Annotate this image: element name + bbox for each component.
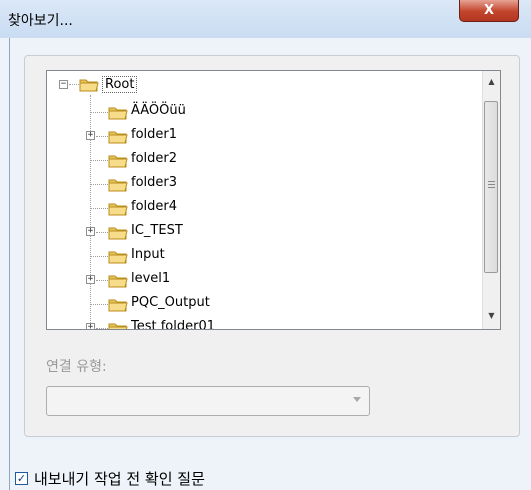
folder-icon: [108, 323, 128, 329]
folder-icon: [108, 299, 128, 312]
tree-item-label[interactable]: folder2: [131, 151, 177, 166]
window-title: 찾아보기...: [8, 13, 73, 29]
folder-icon: [108, 155, 128, 168]
connection-type-select[interactable]: [46, 386, 370, 416]
tree-guide-line: [96, 136, 108, 137]
folder-icon: [108, 227, 128, 240]
tree-item-label[interactable]: Test folder01: [131, 319, 215, 329]
root-collapse-icon[interactable]: −: [59, 80, 68, 89]
expand-plus-icon[interactable]: +: [86, 323, 95, 329]
scroll-thumb[interactable]: [484, 101, 498, 273]
tree-guide-line: [96, 280, 108, 281]
tree-scrollbar[interactable]: ▲ ▼: [482, 71, 500, 329]
check-icon: ✓: [16, 472, 27, 485]
tree-guide-line: [91, 184, 108, 185]
scroll-grip: [488, 184, 495, 185]
chevron-down-icon[interactable]: [353, 397, 361, 402]
expand-plus-icon[interactable]: +: [86, 227, 95, 236]
ask-before-export-checkbox[interactable]: ✓: [15, 472, 28, 485]
tree-guide-line: [91, 208, 108, 209]
tree-item-label[interactable]: folder1: [131, 127, 177, 142]
scroll-grip: [488, 187, 495, 188]
folder-icon: [108, 179, 128, 192]
ask-before-export-label[interactable]: 내보내기 작업 전 확인 질문: [34, 468, 205, 489]
tree-item-label[interactable]: folder3: [131, 175, 177, 190]
tree-item-label[interactable]: ÄÄÖÖüü: [131, 103, 186, 118]
folder-icon: [108, 107, 128, 120]
folder-icon: [108, 251, 128, 264]
connection-type-label: 연결 유형:: [46, 359, 107, 375]
folder-tree[interactable]: − Root ÄÄÖÖüü + folder1 folder2 folder3 folde…: [46, 70, 501, 330]
tree-guide-line: [91, 256, 108, 257]
tree-guide-line: [69, 84, 79, 85]
scroll-down-icon[interactable]: ▼: [483, 307, 500, 324]
folder-icon: [108, 203, 128, 216]
tree-item-label[interactable]: Input: [131, 247, 165, 262]
tree-item-label[interactable]: IC_TEST: [131, 223, 183, 238]
expand-plus-icon[interactable]: +: [86, 131, 95, 140]
tree-guide-line: [91, 304, 108, 305]
scroll-grip: [488, 181, 495, 182]
folder-icon: [108, 275, 128, 288]
tree-item-label[interactable]: folder4: [131, 199, 177, 214]
tree-guide-line: [96, 328, 108, 329]
tree-guide-line: [91, 160, 108, 161]
tree-item-label[interactable]: level1: [131, 271, 170, 286]
tree-item-label[interactable]: PQC_Output: [131, 295, 210, 310]
tree-guide-line: [96, 232, 108, 233]
tree-item-root[interactable]: Root: [102, 76, 138, 93]
close-icon: X: [483, 3, 495, 18]
title-bar: 찾아보기... X: [0, 0, 531, 38]
folder-icon: [108, 131, 128, 144]
close-button[interactable]: X: [459, 0, 519, 22]
scroll-up-icon[interactable]: ▲: [483, 73, 500, 90]
root-folder-icon: [79, 79, 99, 92]
expand-plus-icon[interactable]: +: [86, 275, 95, 284]
tree-guide-line: [91, 112, 108, 113]
